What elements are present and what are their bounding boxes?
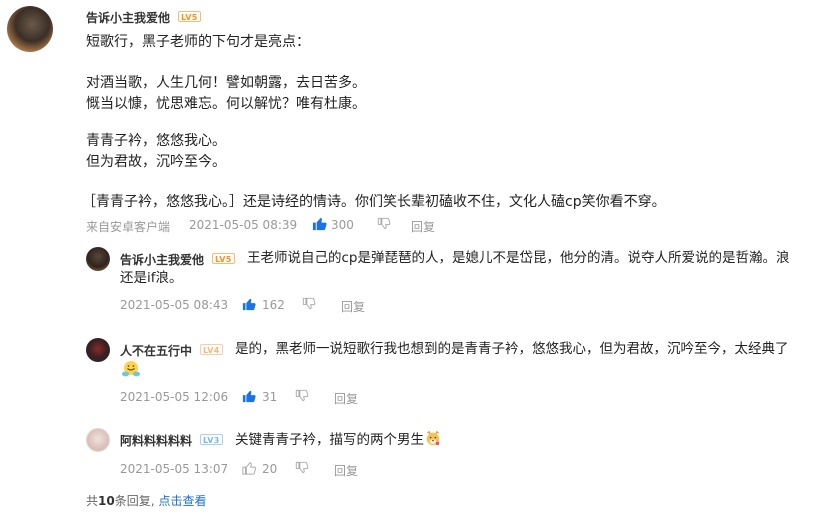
reply-avatar[interactable] [86,338,110,362]
reply-text-line: 关键青青子衿，描写的两个男生 [235,429,442,450]
like-count: 20 [262,462,278,476]
dog-emoji-icon [426,430,440,446]
comment-text-line: 对酒当歌，人生几何！譬如朝露，去日苦多。 [86,75,366,91]
comment-text-line: 但为君故，沉吟至今。 [86,154,226,170]
comment-text-line: 青青子衿，悠悠我心。 [86,133,226,149]
comment-source: 来自安卓客户端 [86,220,171,234]
reply-username[interactable]: 阿料料料料料 [120,432,192,449]
view-all-replies-link[interactable]: 点击查看 [159,494,207,508]
reply-time: 2021-05-05 12:06 [120,390,229,404]
thumbs-up-icon[interactable] [242,461,256,475]
comment-text-line: 短歌行，黑子老师的下句才是亮点： [86,34,310,50]
thumbs-down-icon[interactable] [295,389,309,403]
level-badge: LV5 [212,253,235,264]
reply-username[interactable]: 告诉小主我爱他 [120,251,204,268]
reply-button[interactable]: 回复 [334,462,358,479]
level-badge: LV5 [178,11,201,22]
comment-text-line: ［青青子衿，悠悠我心。］还是诗经的情诗。你们笑长辈初磕收不住，文化人磕cp笑你看… [82,194,666,210]
reply-text: 关键青青子衿，描写的两个男生 [235,432,424,448]
reply-time: 2021-05-05 08:43 [120,298,229,312]
thumbs-down-icon[interactable] [377,217,391,231]
comment-text-line: 慨当以慷，忧思难忘。何以解忧？唯有杜康。 [86,96,366,112]
hug-emoji-icon [122,361,140,377]
reply-button[interactable]: 回复 [411,218,435,235]
reply-avatar[interactable] [86,428,110,452]
like-count: 31 [262,390,278,404]
thumbs-up-icon[interactable] [312,216,327,231]
thumbs-up-icon[interactable] [242,389,256,403]
thumbs-down-icon[interactable] [295,461,309,475]
reply-button[interactable]: 回复 [341,298,365,315]
like-count: 300 [331,218,354,232]
reply-avatar[interactable] [86,247,110,271]
thumbs-up-icon[interactable] [242,297,256,311]
comment-username[interactable]: 告诉小主我爱他 [86,9,170,26]
level-badge: LV4 [200,344,223,355]
thumbs-down-icon[interactable] [302,297,316,311]
reply-summary-suffix: 条回复, [114,494,155,508]
like-count: 162 [262,298,285,312]
reply-time: 2021-05-05 13:07 [120,462,229,476]
user-avatar[interactable] [7,6,53,52]
comment-time: 2021-05-05 08:39 [189,218,298,232]
reply-button[interactable]: 回复 [334,390,358,407]
reply-username[interactable]: 人不在五行中 [120,342,192,359]
reply-summary-prefix: 共 [86,494,99,508]
reply-text-line: 王老师说自己的cp是弹琵琶的人，是媳儿不是岱昆，他分的清。说夺人所爱说的是哲瀚。… [247,250,790,266]
reply-count: 10 [98,494,115,508]
reply-text-line: 还是if浪。 [120,270,183,286]
level-badge: LV3 [200,434,223,445]
reply-summary: 共10条回复, 点击查看 [86,492,207,509]
reply-text-line: 是的，黑老师一说短歌行我也想到的是青青子衿，悠悠我心，但为君故，沉吟至今，太经典… [235,341,789,357]
